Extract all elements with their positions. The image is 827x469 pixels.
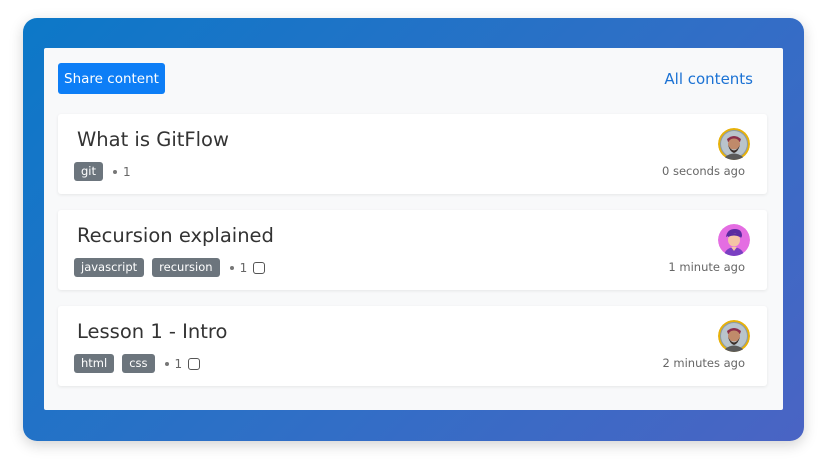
all-contents-link[interactable]: All contents [664,70,753,88]
content-title[interactable]: What is GitFlow [77,128,229,151]
content-meta: javascript recursion 1 [74,258,266,277]
tag-badge[interactable]: css [122,354,155,373]
tag-badge[interactable]: html [74,354,115,373]
author-avatar[interactable] [718,224,750,256]
tag-badge[interactable]: javascript [74,258,145,277]
content-timestamp: 2 minutes ago [662,356,745,370]
author-avatar[interactable] [718,320,750,352]
content-card[interactable]: Lesson 1 - Intro html css 1 2 minutes ag [58,306,767,386]
purple-hair-avatar-icon [718,224,750,256]
comment-box-icon[interactable] [253,261,266,274]
content-card[interactable]: Recursion explained javascript recursion… [58,210,767,290]
content-title[interactable]: Recursion explained [77,224,274,247]
bearded-man-avatar-icon [718,320,750,352]
separator-dot [113,169,118,174]
content-count: 1 [123,164,131,179]
comment-box-icon[interactable] [188,357,201,370]
separator-dot [164,361,169,366]
content-meta: html css 1 [74,354,201,373]
share-content-button[interactable]: Share content [58,63,165,94]
content-timestamp: 0 seconds ago [661,164,745,178]
content-panel: Share content All contents What is GitFl… [44,48,783,410]
bearded-man-avatar-icon [718,128,750,160]
content-count: 1 [239,260,248,275]
content-timestamp: 1 minute ago [668,260,745,274]
tag-badge[interactable]: recursion [152,258,220,277]
content-card[interactable]: What is GitFlow git 1 0 seconds ago [58,114,767,194]
content-meta: git 1 [74,162,137,181]
content-title[interactable]: Lesson 1 - Intro [77,320,227,343]
tag-badge[interactable]: git [74,162,104,181]
separator-dot [229,265,234,270]
content-count: 1 [174,356,183,371]
app-frame: Share content All contents What is GitFl… [23,18,804,441]
author-avatar[interactable] [718,128,750,160]
